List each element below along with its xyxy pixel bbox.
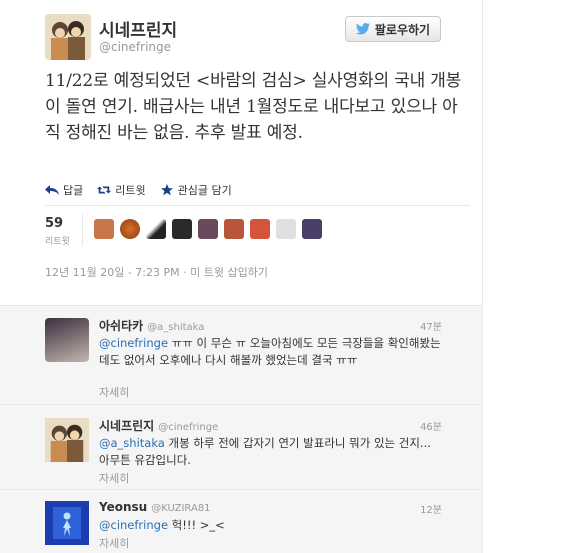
tweet-card: 시네프린지 @cinefringe 팔로우하기 11/22로 예정되었던 <바람… [0, 0, 482, 553]
retweeter-avatar[interactable] [146, 219, 166, 239]
reply-author[interactable]: 아쉬타카 @a_shitaka [99, 317, 204, 334]
profile-display-name[interactable]: 시네프린지 [99, 16, 177, 41]
reply-author-name: Yeonsu [99, 500, 148, 514]
tweet-text: 11/22로 예정되었던 <바람의 검심> 실사영화의 국내 개봉이 돌연 연기… [45, 71, 462, 143]
tweet-actions: 답글 리트윗 관심글 담기 [45, 182, 232, 198]
stats-separator [82, 214, 83, 246]
reply-author[interactable]: 시네프린지 @cinefringe [99, 417, 218, 434]
card-border [482, 0, 483, 553]
retweet-count[interactable]: 59 [45, 216, 63, 231]
reply-time[interactable]: 46분 [420, 418, 442, 433]
retweeter-avatar[interactable] [120, 219, 140, 239]
retweet-icon [97, 186, 112, 194]
reply-author-handle: @a_shitaka [147, 322, 205, 333]
reply-mention[interactable]: @a_shitaka [99, 436, 165, 450]
reply-author-handle: @KUZIRA81 [151, 503, 211, 514]
retweeter-avatar[interactable] [250, 219, 270, 239]
reply-author[interactable]: Yeonsu @KUZIRA81 [99, 500, 211, 514]
retweet-action[interactable]: 리트윗 [97, 182, 146, 198]
reply-expand-link[interactable]: 자세히 [99, 470, 129, 486]
follow-button[interactable]: 팔로우하기 [345, 16, 441, 42]
favorite-action[interactable]: 관심글 담기 [160, 182, 232, 198]
reply-icon [45, 185, 59, 195]
retweet-count-label: 리트윗 [45, 237, 70, 247]
reply-avatar[interactable] [45, 418, 89, 462]
follow-button-label: 팔로우하기 [374, 22, 431, 37]
reply-mention[interactable]: @cinefringe [99, 518, 168, 532]
reply-expand-link[interactable]: 자세히 [99, 535, 129, 551]
retweeter-avatar[interactable] [198, 219, 218, 239]
reply-text: @cinefringe ㅠㅠ 이 무슨 ㅠ 오늘아침에도 모든 극장들을 확인해… [99, 335, 444, 369]
reply-mention[interactable]: @cinefringe [99, 336, 168, 350]
reply-time[interactable]: 47분 [420, 318, 442, 333]
divider [45, 205, 470, 206]
reply-item[interactable]: 시네프린지 @cinefringe 46분 @a_shitaka 개봉 하루 전에… [0, 406, 482, 490]
reply-author-handle: @cinefringe [158, 422, 219, 433]
retweeter-avatar[interactable] [302, 219, 322, 239]
retweeter-avatars [94, 219, 322, 239]
reply-item[interactable]: Yeonsu @KUZIRA81 12분 @cinefringe 헉!!! >_<… [0, 491, 482, 553]
retweeter-avatar[interactable] [224, 219, 244, 239]
profile-avatar[interactable] [45, 14, 91, 60]
reply-avatar[interactable] [45, 501, 89, 545]
reply-text: @cinefringe 헉!!! >_< [99, 517, 444, 534]
reply-label: 답글 [63, 184, 84, 197]
reply-body: 헉!!! >_< [168, 518, 225, 532]
reply-time[interactable]: 12분 [420, 501, 442, 516]
profile-handle[interactable]: @cinefringe [99, 40, 171, 54]
reply-item[interactable]: 아쉬타카 @a_shitaka 47분 @cinefringe ㅠㅠ 이 무슨 ㅠ… [0, 306, 482, 405]
twitter-bird-icon [355, 23, 370, 35]
reply-text: @a_shitaka 개봉 하루 전에 갑자기 연기 발표라니 뭐가 있는 건지… [99, 435, 444, 469]
star-icon [160, 184, 173, 196]
retweeter-avatar[interactable] [172, 219, 192, 239]
tweet-timestamp[interactable]: 12년 11월 20일 - 7:23 PM · 미 트윗 삽입하기 [45, 264, 268, 280]
reply-action[interactable]: 답글 [45, 182, 83, 198]
reply-author-name: 아쉬타카 [99, 319, 144, 333]
retweeter-avatar[interactable] [276, 219, 296, 239]
reply-expand-link[interactable]: 자세히 [99, 384, 129, 400]
replies-list: 아쉬타카 @a_shitaka 47분 @cinefringe ㅠㅠ 이 무슨 ㅠ… [0, 305, 482, 553]
retweeter-avatar[interactable] [94, 219, 114, 239]
reply-avatar[interactable] [45, 318, 89, 362]
retweet-label: 리트윗 [115, 184, 146, 197]
favorite-label: 관심글 담기 [177, 184, 232, 197]
reply-author-name: 시네프린지 [99, 419, 155, 433]
